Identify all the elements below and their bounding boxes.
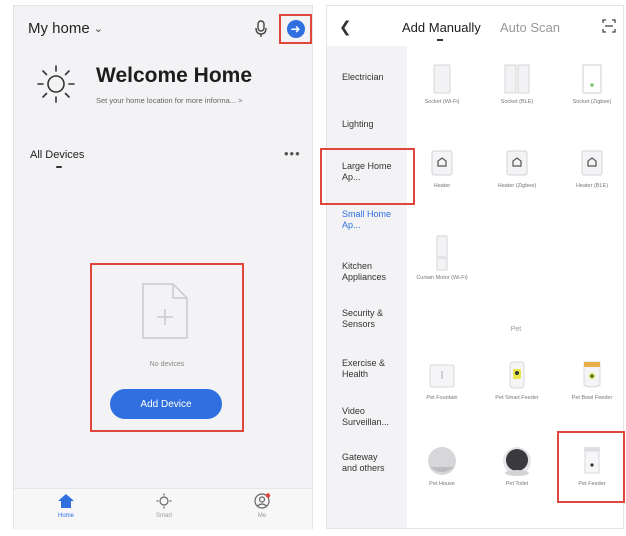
bowl-feeder-icon bbox=[575, 358, 609, 392]
all-devices-tab[interactable]: All Devices bbox=[30, 149, 84, 161]
more-icon[interactable]: ••• bbox=[284, 146, 301, 161]
selected-device-highlight bbox=[557, 431, 625, 503]
tab-home-label: Home bbox=[57, 513, 74, 519]
add-device-screen: ❮ Add Manually Auto Scan Electrician Lig… bbox=[320, 5, 625, 529]
tab-smart[interactable]: Smart bbox=[134, 493, 194, 519]
back-icon[interactable]: ❮ bbox=[339, 18, 352, 36]
empty-state: No devices Add Device bbox=[90, 263, 244, 432]
device-item[interactable]: Heater bbox=[410, 146, 474, 190]
category-exercise-health[interactable]: Exercise & Health bbox=[327, 358, 393, 380]
heater-icon bbox=[425, 146, 459, 180]
selected-category-highlight bbox=[320, 148, 415, 205]
device-item[interactable]: Socket (BLE) bbox=[485, 62, 549, 106]
me-icon bbox=[254, 493, 271, 509]
add-icon: ➜ bbox=[286, 20, 305, 38]
device-item[interactable]: Pet Bowl Feeder bbox=[560, 358, 624, 402]
tab-home[interactable]: Home bbox=[36, 493, 96, 519]
device-label: Pet Bowl Feeder bbox=[571, 395, 613, 401]
category-lighting[interactable]: Lighting bbox=[327, 119, 407, 130]
device-item[interactable]: Pet House bbox=[410, 444, 474, 488]
device-label: Socket (Zigbee) bbox=[572, 99, 612, 105]
tab-auto-scan[interactable]: Auto Scan bbox=[500, 20, 560, 35]
scan-icon[interactable] bbox=[602, 19, 616, 33]
pet-house-icon bbox=[425, 444, 459, 478]
home-top-bar: My home ⌄ ➜ bbox=[14, 6, 312, 52]
socket-icon bbox=[500, 62, 534, 96]
category-video-surveillance[interactable]: Video Surveillan... bbox=[327, 406, 393, 428]
add-device-top-bar: ❮ Add Manually Auto Scan bbox=[327, 6, 623, 46]
device-label: Heater (Zigbee) bbox=[497, 183, 537, 189]
sun-icon bbox=[37, 65, 75, 103]
device-grid: Socket (Wi-Fi) Socket (BLE) Socket (Zigb… bbox=[407, 46, 625, 528]
document-add-icon bbox=[142, 283, 188, 339]
bottom-tab-bar: Home Smart Me bbox=[14, 488, 312, 530]
device-item[interactable]: Socket (Zigbee) bbox=[560, 62, 624, 106]
tab-add-manually[interactable]: Add Manually bbox=[402, 20, 481, 35]
device-item[interactable]: Pet Smart Feeder bbox=[485, 358, 549, 402]
home-screen: My home ⌄ ➜ Welcome Home Set your home l… bbox=[13, 5, 314, 530]
add-button[interactable]: ➜ bbox=[279, 14, 312, 44]
no-devices-text: No devices bbox=[149, 361, 185, 368]
device-label: Pet Toilet bbox=[505, 481, 529, 487]
tab-underline bbox=[56, 166, 62, 168]
add-device-button[interactable]: Add Device bbox=[110, 389, 222, 419]
heater-icon bbox=[500, 146, 534, 180]
tab-me-label: Me bbox=[257, 513, 267, 519]
device-label: Heater bbox=[433, 183, 451, 189]
category-electrician[interactable]: Electrician bbox=[327, 72, 407, 83]
device-label: Socket (BLE) bbox=[500, 99, 534, 105]
welcome-title: Welcome Home bbox=[96, 64, 252, 87]
tab-underline bbox=[437, 39, 443, 41]
device-item[interactable]: Heater (Zigbee) bbox=[485, 146, 549, 190]
chevron-down-icon: ⌄ bbox=[93, 23, 103, 35]
category-list: Electrician Lighting Large Home Ap... Sm… bbox=[327, 46, 407, 528]
fountain-icon bbox=[425, 358, 459, 392]
device-item[interactable]: Socket (Wi-Fi) bbox=[410, 62, 474, 106]
welcome-banner[interactable]: Welcome Home Set your home location for … bbox=[34, 60, 314, 120]
category-kitchen-appliances[interactable]: Kitchen Appliances bbox=[327, 261, 397, 283]
category-gateway-others[interactable]: Gateway and others bbox=[327, 452, 391, 474]
heater-icon bbox=[575, 146, 609, 180]
category-small-home-appliances[interactable]: Small Home Ap... bbox=[327, 209, 397, 231]
welcome-subtitle-text: Set your home location for more informa.… bbox=[96, 96, 237, 105]
home-icon bbox=[58, 494, 74, 508]
tab-me[interactable]: Me bbox=[232, 493, 292, 519]
microphone-icon[interactable] bbox=[254, 20, 268, 38]
device-label: Heater (BLE) bbox=[575, 183, 609, 189]
device-item[interactable]: Curtain Motor (Wi-Fi) bbox=[410, 234, 474, 282]
category-security-sensors[interactable]: Security & Sensors bbox=[327, 308, 395, 330]
pet-toilet-icon bbox=[500, 444, 534, 478]
device-label: Socket (Wi-Fi) bbox=[424, 99, 460, 105]
curtain-icon bbox=[425, 234, 459, 272]
feeder-icon bbox=[500, 358, 534, 392]
device-label: Pet House bbox=[429, 481, 455, 487]
socket-icon bbox=[425, 62, 459, 96]
device-item[interactable]: Heater (BLE) bbox=[560, 146, 624, 190]
home-name: My home bbox=[28, 20, 90, 37]
device-label: Pet Fountain bbox=[426, 395, 458, 401]
device-label: Pet Smart Feeder bbox=[495, 395, 539, 401]
pet-section-heading: Pet bbox=[510, 326, 522, 333]
welcome-subtitle[interactable]: Set your home location for more informa.… bbox=[96, 96, 243, 105]
home-selector[interactable]: My home ⌄ bbox=[28, 20, 103, 37]
tab-smart-label: Smart bbox=[155, 513, 172, 519]
socket-icon bbox=[575, 62, 609, 96]
smart-icon bbox=[156, 493, 172, 509]
device-label: Curtain Motor (Wi-Fi) bbox=[416, 275, 468, 281]
device-item[interactable]: Pet Toilet bbox=[485, 444, 549, 488]
device-item[interactable]: Pet Fountain bbox=[410, 358, 474, 402]
